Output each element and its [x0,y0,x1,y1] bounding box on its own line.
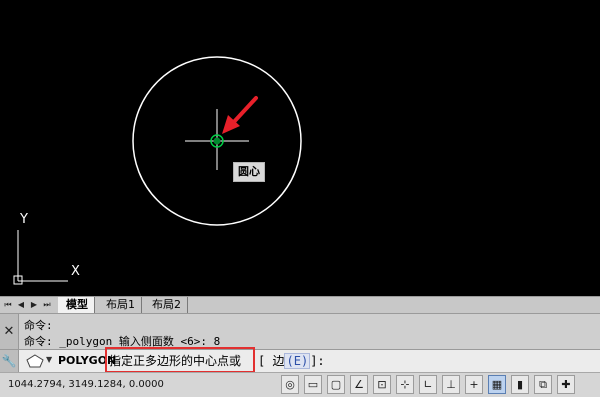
transparency-icon[interactable]: ▮ [511,375,529,394]
polygon-icon[interactable] [26,354,44,368]
command-history: ✕ 命令: 命令: _polygon 输入侧面数 <6>: 8 [0,313,600,350]
command-line[interactable]: 🔧 ▼ POLYGON 指定正多边形的中心点或 [ 边 (E)]: [0,349,600,373]
selection-cycling-icon[interactable]: ✚ [557,375,575,394]
first-tab-button[interactable]: ⏮ [2,298,14,311]
tab-model[interactable]: 模型 [58,297,95,313]
chevron-down-icon[interactable]: ▼ [46,355,52,364]
tab-layout2[interactable]: 布局2 [144,297,188,313]
close-icon[interactable]: ✕ [0,314,19,350]
center-tooltip: 圆心 [233,162,265,182]
status-bar: 1044.2794, 3149.1284, 0.0000 ◎ ▭ ▢ ∠ ⊡ ⊹ ∟ ⊥ + ▦ ▮… [0,372,600,397]
ucs-x-label: X [71,264,80,279]
layout-tab-bar: ⏮ ◀ ▶ ⏭ 模型 布局1 布局2 [0,296,600,314]
annotation-arrow-shaft [230,96,258,126]
ucs-y-label: Y [20,212,28,227]
prompt-highlight-box [105,347,255,373]
allow-ucs-icon[interactable]: ⊥ [442,375,460,394]
option-bracket-close: ]: [310,354,325,368]
quick-properties-icon[interactable]: ⧉ [534,375,552,394]
polar-tracking-icon[interactable]: ∠ [350,375,368,394]
center-snap-dot [213,137,221,145]
canvas-graphics [13,56,302,285]
ortho-mode-icon[interactable]: ▢ [327,375,345,394]
object-snap-icon[interactable]: ⊡ [373,375,391,394]
option-edge-label[interactable]: 边 [272,354,284,368]
tab-layout1[interactable]: 布局1 [98,297,142,313]
drawing-canvas[interactable]: 圆心 Y X [0,0,600,296]
option-edge-key[interactable]: (E) [284,353,311,369]
option-paren-open: ( [286,354,294,368]
cursor-coordinates: 1044.2794, 3149.1284, 0.0000 [8,379,164,390]
option-key-letter: E [293,354,301,368]
command-options: [ 边 (E)]: [258,353,325,369]
prev-tab-button[interactable]: ◀ [15,298,27,311]
3d-object-snap-icon[interactable]: ⊹ [396,375,414,394]
next-tab-button[interactable]: ▶ [28,298,40,311]
last-tab-button[interactable]: ⏭ [41,298,53,311]
snap-mode-icon[interactable]: ◎ [281,375,299,394]
object-snap-tracking-icon[interactable]: ∟ [419,375,437,394]
option-paren-close: ) [300,354,309,368]
dynamic-input-icon[interactable]: + [465,375,483,394]
option-bracket-open: [ [258,354,266,368]
wrench-icon[interactable]: 🔧 [0,350,19,372]
history-line-1: 命令: [24,319,53,332]
lineweight-icon[interactable]: ▦ [488,375,506,394]
grid-mode-icon[interactable]: ▭ [304,375,322,394]
